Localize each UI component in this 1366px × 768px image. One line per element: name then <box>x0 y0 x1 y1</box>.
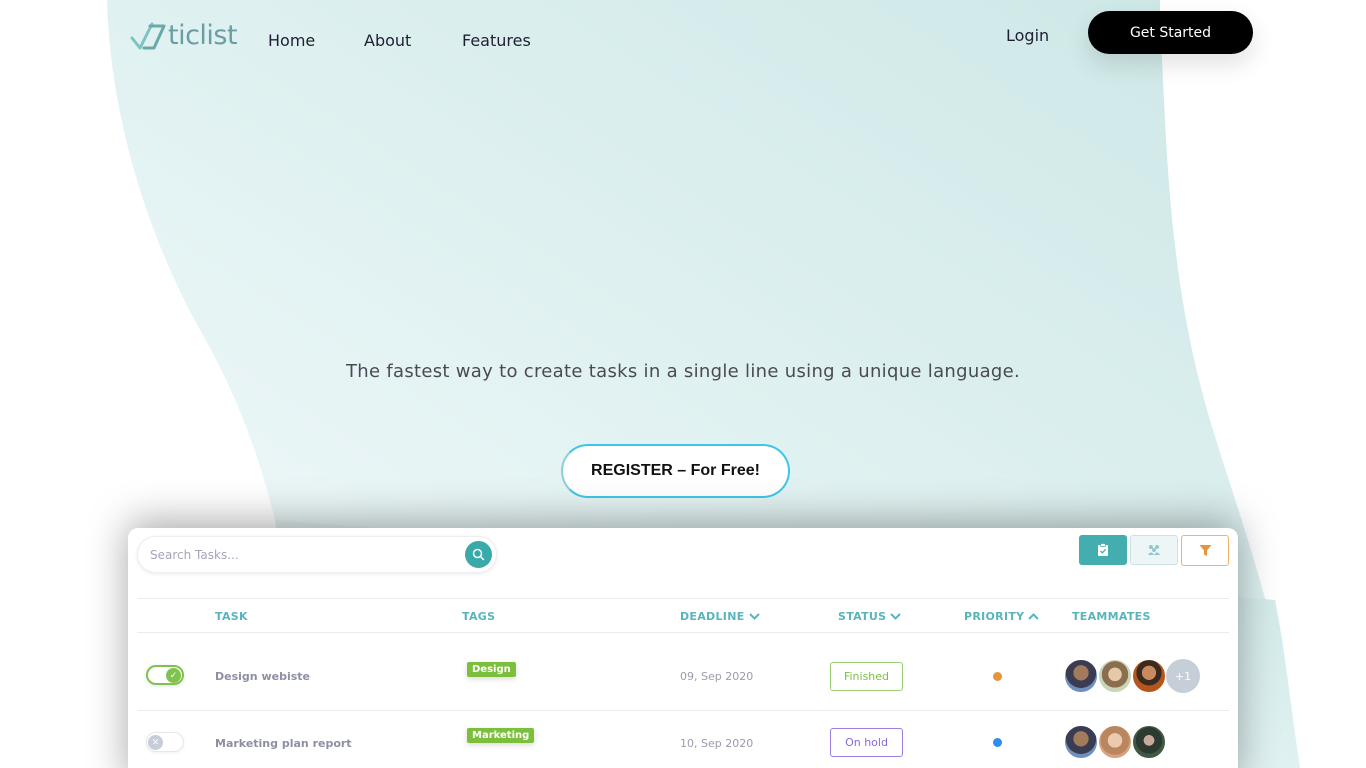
column-header-status[interactable]: STATUS <box>838 610 902 623</box>
column-header-task: TASK <box>215 610 248 623</box>
tag-badge[interactable]: Marketing <box>467 728 535 743</box>
avatar[interactable] <box>1098 659 1132 693</box>
status-badge[interactable]: On hold <box>830 728 903 757</box>
chevron-up-icon <box>1028 613 1040 620</box>
more-teammates-badge[interactable]: +1 <box>1166 659 1200 693</box>
column-header-priority[interactable]: PRIORITY <box>964 610 1040 623</box>
get-started-button[interactable]: Get Started <box>1088 11 1253 54</box>
deadline: 09, Sep 2020 <box>680 670 754 683</box>
chevron-down-icon <box>748 613 760 620</box>
site-header: ticlist Home About Features Login Get St… <box>0 0 1366 80</box>
priority-dot <box>993 672 1002 681</box>
search-input[interactable] <box>150 537 450 572</box>
team-view-button[interactable] <box>1130 535 1178 565</box>
clipboard-check-icon <box>1098 543 1108 556</box>
register-button[interactable]: REGISTER – For Free! <box>561 444 790 498</box>
search-icon <box>472 548 485 561</box>
avatar[interactable] <box>1132 659 1166 693</box>
task-name[interactable]: Marketing plan report <box>215 737 352 750</box>
deadline: 10, Sep 2020 <box>680 737 754 750</box>
nav-about[interactable]: About <box>364 31 411 50</box>
avatar[interactable] <box>1064 725 1098 759</box>
divider <box>137 632 1229 633</box>
hero-tagline: The fastest way to create tasks in a sin… <box>345 361 1021 382</box>
table-row: ✕ Marketing plan report Marketing 10, Se… <box>128 711 1238 768</box>
brand-logo[interactable]: ticlist <box>130 20 238 52</box>
app-preview: TASK TAGS DEADLINE STATUS PRIORITY TEAMM… <box>128 528 1238 768</box>
teammate-avatars <box>1064 725 1166 759</box>
column-header-teammates: TEAMMATES <box>1072 610 1151 623</box>
priority-dot <box>993 738 1002 747</box>
filter-button[interactable] <box>1181 535 1229 566</box>
teammate-avatars: +1 <box>1064 659 1200 693</box>
check-icon: ✓ <box>166 668 181 683</box>
avatar[interactable] <box>1064 659 1098 693</box>
avatar[interactable] <box>1098 725 1132 759</box>
team-icon <box>1148 545 1160 555</box>
status-badge[interactable]: Finished <box>830 662 903 691</box>
nav-features[interactable]: Features <box>462 31 531 50</box>
avatar[interactable] <box>1132 725 1166 759</box>
task-done-toggle[interactable]: ✓ <box>146 665 184 685</box>
divider <box>137 598 1229 599</box>
tasks-view-button[interactable] <box>1079 535 1127 565</box>
column-header-tags: TAGS <box>462 610 496 623</box>
login-link[interactable]: Login <box>1006 26 1049 45</box>
filter-icon <box>1199 545 1211 556</box>
brand-name: ticlist <box>168 20 238 51</box>
column-header-deadline[interactable]: DEADLINE <box>680 610 760 623</box>
chevron-down-icon <box>890 613 902 620</box>
nav-home[interactable]: Home <box>268 31 315 50</box>
search-box <box>137 536 497 573</box>
search-button[interactable] <box>465 541 492 568</box>
table-row: ✓ Design webiste Design 09, Sep 2020 Fin… <box>128 644 1238 710</box>
task-name[interactable]: Design webiste <box>215 670 310 683</box>
tag-badge[interactable]: Design <box>467 662 516 677</box>
double-check-logo-icon <box>130 22 166 50</box>
x-icon: ✕ <box>148 735 163 750</box>
task-done-toggle[interactable]: ✕ <box>146 732 184 752</box>
